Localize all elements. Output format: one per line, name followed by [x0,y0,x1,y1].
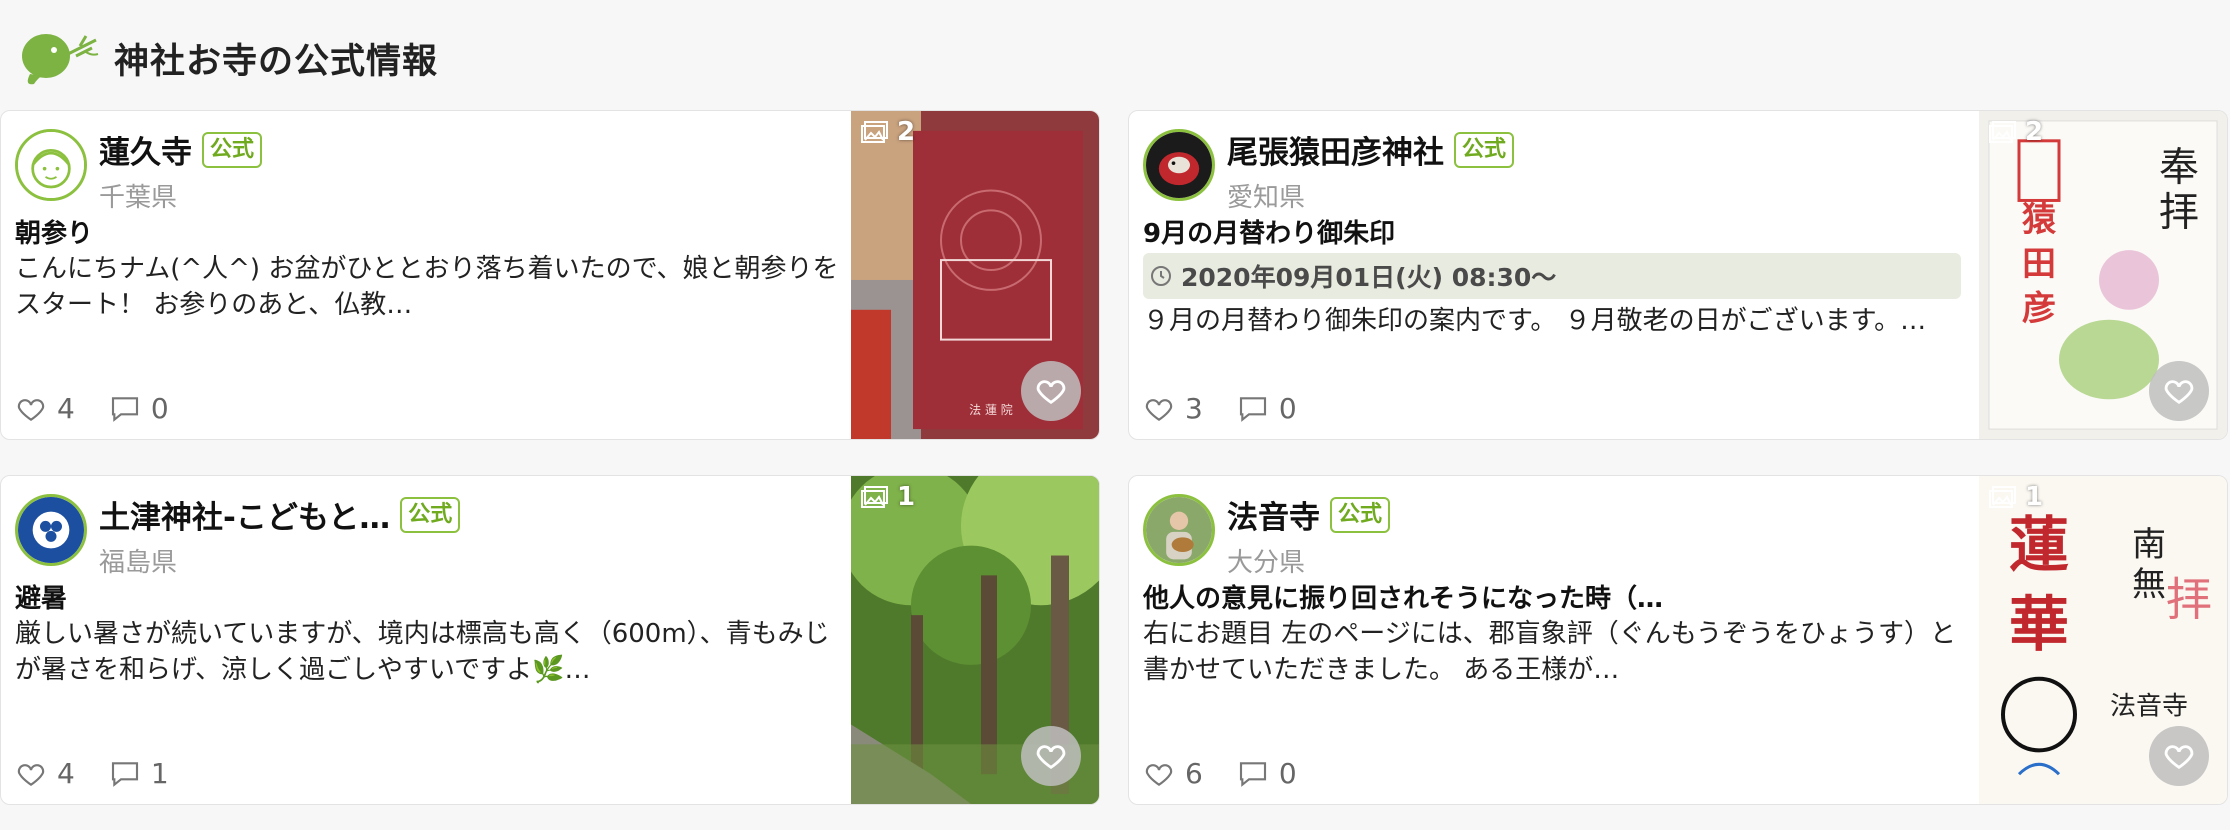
comment-icon[interactable] [1237,393,1269,425]
avatar[interactable] [1143,494,1215,566]
bird-logo-icon [22,34,99,85]
comment-count: 0 [150,392,169,425]
favorite-button[interactable] [2149,726,2209,786]
official-badge: 公式 [202,131,263,168]
image-count-value: 2 [897,117,916,147]
image-count: 1 [1989,482,2043,512]
svg-text:南: 南 [2132,525,2166,564]
prefecture: 千葉県 [99,183,178,213]
post-card[interactable]: 蓮久寺 公式 千葉県 朝参り こんにちナム(^人^) お盆がひととおり落ち着いた… [0,110,1100,440]
post-stats: 6 0 [1143,757,1297,790]
heart-icon[interactable] [15,758,47,790]
post-title[interactable]: 朝参り [15,213,93,250]
svg-text:拝: 拝 [2159,189,2199,235]
official-badge: 公式 [1454,131,1515,168]
post-title[interactable]: 避暑 [15,578,67,615]
prefecture: 福島県 [99,548,178,578]
post-excerpt: ９月の月替わり御朱印の案内です。 ９月敬老の日がございます。… [1143,306,1927,336]
post-card[interactable]: 法音寺 公式 大分県 他人の意見に振り回されそうになった時（… 右にお題目 左の… [1128,475,2228,805]
svg-text:拝: 拝 [2166,572,2212,626]
post-stats: 3 0 [1143,392,1297,425]
temple-name[interactable]: 蓮久寺 [99,127,192,172]
image-count-value: 1 [897,482,916,512]
clock-icon [1151,266,1171,286]
svg-text:法 蓮 院: 法 蓮 院 [969,403,1013,417]
comment-icon[interactable] [109,758,141,790]
heart-icon[interactable] [1143,393,1175,425]
post-thumbnail[interactable]: 猿 田 彦 奉 拝 2 [1979,111,2227,439]
page-title: 神社お寺の公式情報 [114,41,439,82]
post-card[interactable]: 尾張猿田彦神社 公式 愛知県 9月の月替わり御朱印 2020年09月01日(火)… [1128,110,2228,440]
svg-text:華: 華 [2009,590,2069,660]
post-card[interactable]: 土津神社-こどもと… 公式 福島県 避暑 厳しい暑さが続いていますが、境内は標高… [0,475,1100,805]
svg-text:猿: 猿 [2022,199,2056,238]
post-thumbnail[interactable]: 法 蓮 院 2 [851,111,1099,439]
image-count: 2 [1989,117,2043,147]
avatar[interactable] [15,494,87,566]
images-icon [861,121,888,143]
post-thumbnail[interactable]: 1 [851,476,1099,804]
heart-icon [1036,380,1066,405]
svg-text:田: 田 [2022,244,2056,283]
images-icon [1989,121,2016,143]
comment-icon[interactable] [1237,758,1269,790]
svg-text:奉: 奉 [2159,145,2199,191]
event-datetime: 2020年09月01日(火) 08:30〜 [1143,253,1961,299]
post-title[interactable]: 他人の意見に振り回されそうになった時（… [1143,578,1663,615]
svg-text:無: 無 [2132,564,2166,603]
images-icon [861,486,888,508]
heart-icon[interactable] [1143,758,1175,790]
like-count: 4 [57,392,75,425]
favorite-button[interactable] [1021,726,1081,786]
svg-text:蓮: 蓮 [2009,511,2069,581]
image-count: 1 [861,482,915,512]
like-count: 6 [1185,757,1203,790]
image-count-value: 2 [2025,117,2044,147]
section-header: 神社お寺の公式情報 [20,26,438,90]
post-stats: 4 0 [15,392,169,425]
comment-count: 0 [1278,757,1297,790]
like-count: 4 [57,757,75,790]
heart-icon [2164,745,2194,770]
images-icon [1989,486,2016,508]
avatar[interactable] [1143,129,1215,201]
post-excerpt: こんにちナム(^人^) お盆がひととおり落ち着いたので、娘と朝参りをスタート！ … [15,254,839,320]
post-excerpt: 厳しい暑さが続いていますが、境内は標高も高く（600m）、青もみじが暑さを和らげ… [15,619,830,685]
heart-icon[interactable] [15,393,47,425]
prefecture: 大分県 [1227,548,1306,578]
heart-icon [2164,380,2194,405]
favorite-button[interactable] [1021,361,1081,421]
post-excerpt: 右にお題目 左のページには、郡盲象評（ぐんもうぞうをひょうす）と書かせていただき… [1143,619,1956,685]
official-badge: 公式 [400,496,461,533]
shrine-name[interactable]: 土津神社-こどもと… [99,492,390,537]
heart-icon [1036,745,1066,770]
post-stats: 4 1 [15,757,169,790]
favorite-button[interactable] [2149,361,2209,421]
shrine-name[interactable]: 尾張猿田彦神社 [1227,127,1444,172]
official-badge: 公式 [1330,496,1391,533]
comment-icon[interactable] [109,393,141,425]
event-date-text: 2020年09月01日(火) 08:30〜 [1181,263,1557,292]
image-count-value: 1 [2025,482,2044,512]
image-count: 2 [861,117,915,147]
avatar[interactable] [15,129,87,201]
prefecture: 愛知県 [1227,183,1306,213]
temple-name[interactable]: 法音寺 [1227,492,1320,537]
svg-text:彦: 彦 [2022,289,2056,328]
svg-text:法音寺: 法音寺 [2110,692,2188,722]
post-title[interactable]: 9月の月替わり御朱印 [1143,213,1395,250]
post-thumbnail[interactable]: 蓮 華 南 無 拝 法音寺 1 [1979,476,2227,804]
like-count: 3 [1185,392,1203,425]
comment-count: 0 [1278,392,1297,425]
comment-count: 1 [150,757,169,790]
